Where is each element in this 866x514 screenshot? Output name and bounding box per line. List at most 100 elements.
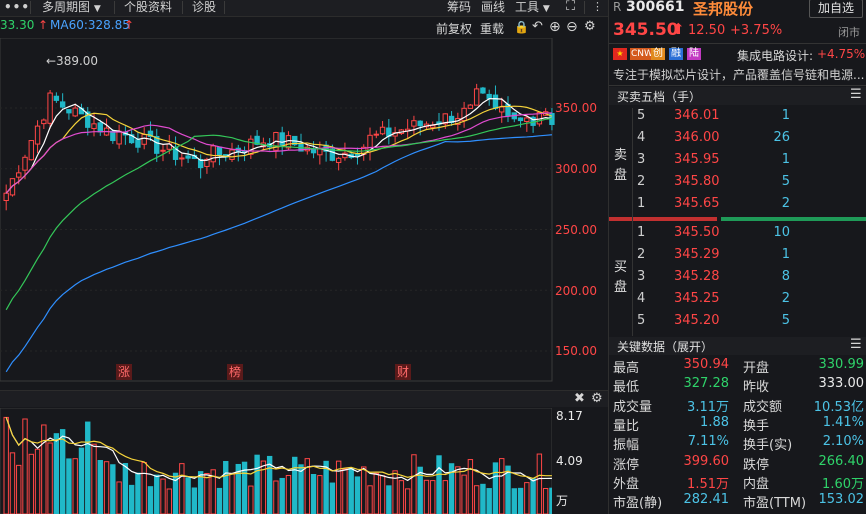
- candle-body: [279, 132, 285, 146]
- stock-code: 300661: [626, 0, 685, 15]
- volume-bar: [197, 471, 204, 514]
- order-book-header: 买卖五档（手） ☰: [609, 87, 866, 105]
- multi-period-button[interactable]: 多周期图 ▼: [42, 0, 101, 15]
- badge-lu[interactable]: 陆: [687, 48, 701, 60]
- candle-body: [59, 101, 66, 108]
- volume-bar: [41, 424, 47, 514]
- price-axis: ←389.00 350.00 300.00 250.00 200.00 150.…: [46, 38, 608, 388]
- volume-header: ✖ ⚙: [0, 390, 608, 407]
- company-description[interactable]: 专注于模拟芯片设计，产品覆盖信号链和电源...: [609, 66, 866, 82]
- sector-pct: +4.75%: [817, 47, 866, 61]
- zoom-in-icon[interactable]: ⊕: [549, 19, 561, 35]
- volume-tick: 4.09: [556, 454, 583, 468]
- event-marker-cai[interactable]: 财: [395, 364, 411, 380]
- quote-panel: R 300661 圣邦股份 加自选 345.50 ⬆ 12.50 +3.75% …: [608, 0, 866, 514]
- volume-chart[interactable]: [0, 408, 552, 514]
- settings-gear-icon[interactable]: ⚙: [591, 391, 603, 406]
- candle-body: [354, 153, 361, 157]
- reload-button[interactable]: 重载: [480, 20, 504, 37]
- volume-bar: [78, 447, 85, 514]
- hamburger-icon[interactable]: ☰: [850, 337, 862, 352]
- key-data-label: 换手: [743, 418, 770, 434]
- candle-body: [248, 138, 254, 155]
- order-book-row[interactable]: 1 345.50 10: [609, 225, 866, 247]
- volume-bar: [97, 460, 103, 514]
- key-data-label: 换手(实): [743, 438, 793, 454]
- chart-toolbar: ••• 多周期图 ▼ 个股资料 诊股 筹码 画线 工具 ▼ ⛶ ⋮: [0, 0, 608, 17]
- fuquan-toggle[interactable]: 前复权: [436, 20, 472, 37]
- order-price: 346.00: [674, 130, 720, 145]
- volume-bar: [72, 458, 78, 514]
- candlestick-chart[interactable]: [0, 38, 608, 388]
- menu-dots-icon[interactable]: •••: [4, 0, 29, 15]
- diagnose-button[interactable]: 诊股: [192, 0, 216, 15]
- key-data-row: 最高 350.94 开盘 330.99: [613, 357, 866, 376]
- lock-icon[interactable]: 🔒: [514, 20, 529, 34]
- order-price: 345.28: [674, 269, 720, 284]
- up-arrow-icon: ⬆: [672, 20, 685, 38]
- candle-body: [91, 123, 97, 130]
- volume-bar: [285, 474, 292, 514]
- volume-bar: [379, 475, 386, 514]
- add-watchlist-button[interactable]: 加自选: [809, 0, 863, 18]
- key-data-label: 最高: [613, 361, 640, 376]
- hamburger-icon[interactable]: ☰: [850, 87, 862, 102]
- bid-ask-ratio-bar: [609, 217, 866, 221]
- event-marker-bang[interactable]: 榜: [227, 364, 243, 380]
- order-book-row[interactable]: 5 345.20 5: [609, 313, 866, 335]
- key-data-value: 282.41: [683, 492, 730, 508]
- badge-chuang[interactable]: 创: [651, 48, 665, 60]
- volume-bar: [229, 473, 235, 514]
- candle-body: [47, 92, 53, 124]
- candle-body: [417, 120, 423, 127]
- volume-bar: [9, 452, 16, 514]
- kline-chart-pane[interactable]: ••• 多周期图 ▼ 个股资料 诊股 筹码 画线 工具 ▼ ⛶ ⋮ 33.30 …: [0, 0, 608, 514]
- volume-bar: [455, 466, 461, 514]
- candle-body: [179, 157, 185, 160]
- volume-bar: [279, 477, 285, 514]
- undo-icon[interactable]: ↶: [532, 19, 543, 34]
- candle-body: [411, 120, 417, 127]
- order-book-row[interactable]: 2 345.80 5: [609, 174, 866, 196]
- order-book-row[interactable]: 4 345.25 2: [609, 291, 866, 313]
- volume-bar: [59, 429, 66, 514]
- event-marker-zhang[interactable]: 涨: [116, 364, 132, 380]
- settings-gear-icon[interactable]: ⚙: [584, 19, 596, 34]
- order-book-row[interactable]: 3 345.28 8: [609, 269, 866, 291]
- order-level: 3: [637, 269, 646, 284]
- draw-line-button[interactable]: 画线: [481, 0, 505, 15]
- order-book-row[interactable]: 3 345.95 1: [609, 152, 866, 174]
- volume-bar: [480, 483, 486, 514]
- stock-info-button[interactable]: 个股资料: [124, 0, 172, 15]
- close-icon[interactable]: ✖: [574, 391, 585, 406]
- key-data-value: 1.88: [700, 414, 729, 430]
- chips-button[interactable]: 筹码: [447, 0, 471, 15]
- sector-label[interactable]: 集成电路设计:: [737, 47, 813, 64]
- order-level: 5: [637, 313, 646, 328]
- order-book-row[interactable]: 4 346.00 26: [609, 130, 866, 152]
- candle-body: [285, 135, 292, 149]
- order-book-row[interactable]: 1 345.65 2: [609, 196, 866, 218]
- badge-rong[interactable]: 融: [669, 48, 683, 60]
- order-price: 345.95: [674, 152, 720, 167]
- stock-prefix: R: [613, 0, 622, 14]
- volume-bar: [128, 484, 135, 514]
- volume-bar: [342, 468, 348, 514]
- volume-bar: [473, 485, 480, 514]
- key-data-header[interactable]: 关键数据（展开） ☰: [609, 337, 866, 355]
- order-price: 346.01: [674, 108, 720, 123]
- volume-bar: [254, 454, 260, 514]
- candle-body: [492, 94, 499, 109]
- tools-button[interactable]: 工具 ▼: [515, 0, 550, 15]
- price-tick: 350.00: [555, 101, 597, 115]
- candle-body: [97, 122, 103, 133]
- zoom-out-icon[interactable]: ⊖: [566, 19, 578, 35]
- fullscreen-icon[interactable]: ⛶: [566, 0, 575, 15]
- candle-body: [28, 140, 34, 161]
- order-book-row[interactable]: 2 345.29 1: [609, 247, 866, 269]
- order-book-row[interactable]: 5 346.01 1: [609, 108, 866, 130]
- candle-body: [379, 126, 386, 135]
- key-data-value: 330.99: [818, 357, 865, 372]
- volume-bar: [354, 476, 361, 514]
- more-icon[interactable]: ⋮: [592, 0, 603, 15]
